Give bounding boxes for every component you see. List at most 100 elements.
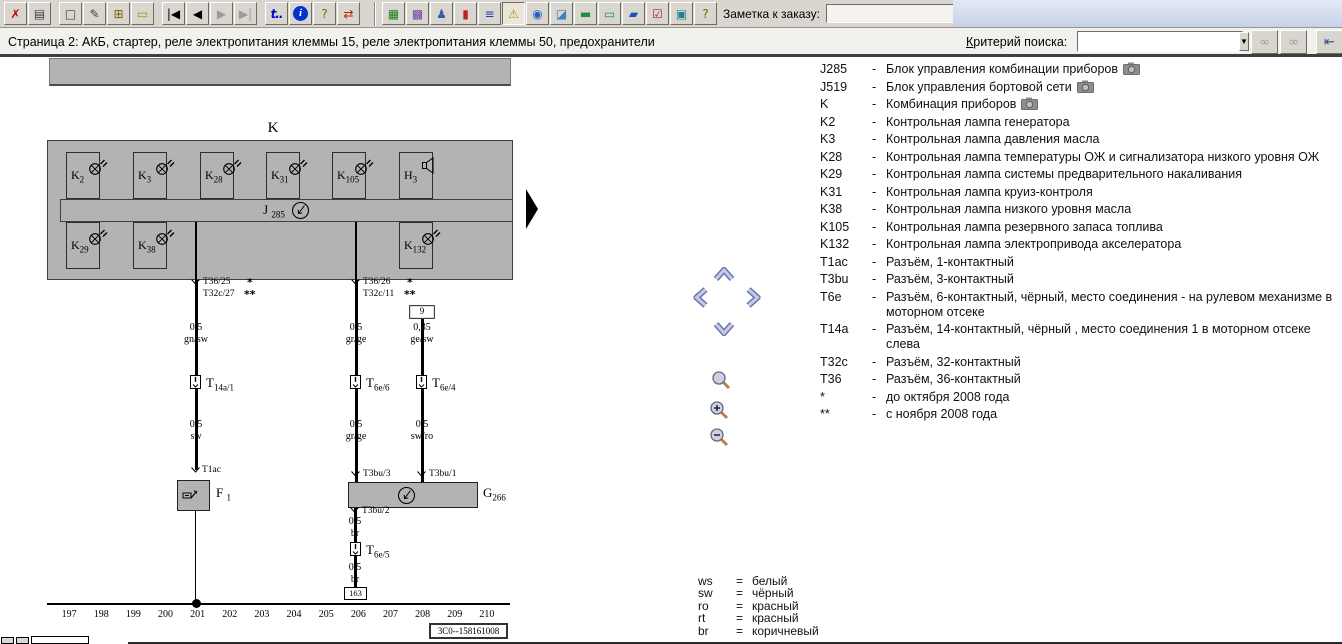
legend-term: K3 [820,132,872,147]
next-page-button[interactable]: ▶ [210,2,233,25]
wire-tag: T36/25 [203,277,230,287]
list-button[interactable]: ≡ [478,2,501,25]
doc-help-button[interactable]: ? [694,2,717,25]
camera-icon[interactable] [1077,80,1094,93]
measure-button[interactable]: ◪ [550,2,573,25]
pan-right-icon[interactable] [746,287,761,309]
legend-dash: - [872,62,886,77]
vehicle-data-button[interactable]: ▭ [131,2,154,25]
wire-gauge: 0,5 [326,322,386,333]
legend-text: Разъём, 14-контактный, чёрный , место со… [886,322,1311,351]
outline-left-button[interactable]: ⇤ [1316,30,1342,54]
last-page-button[interactable]: ▶| [234,2,257,25]
wire-tag: T1ac [202,465,221,475]
help-button[interactable]: ? [313,2,336,25]
connector-label: T6e/6 [366,375,389,393]
track-number: 206 [342,609,374,620]
next-diagram-arrow-icon[interactable] [526,189,538,229]
warning-button[interactable]: ⚠ [502,2,525,25]
clipped-tab [31,636,89,644]
main-toolbar: ✗ ▤ □ ✎ ⊞ ▭ |◀ [0,0,1342,28]
legend-text: Контрольная лампа генератора [886,115,1070,129]
wire-tag: T3bu/3 [363,469,390,479]
camera-icon[interactable] [1123,62,1140,75]
zoom-in-icon[interactable] [708,399,730,421]
search-criteria-combobox[interactable]: ▼ [1077,31,1243,52]
combobox-dropdown-icon[interactable]: ▼ [1239,32,1249,51]
search-backward-button[interactable]: ∞ [1280,30,1307,54]
track-number: 208 [407,609,439,620]
fuse-icon [182,488,199,503]
wire-color: br [325,574,385,585]
modules-button[interactable]: ▩ [406,2,429,25]
new-note-button[interactable]: ⊞ [107,2,130,25]
legend-row: T6e - Разъём, 6-контактный, чёрный, мест… [820,290,1334,320]
vehicle-green-button[interactable]: ▭ [598,2,621,25]
zoom-out-icon[interactable] [708,426,730,448]
legend-term: T3bu [820,272,872,287]
edit-order-button[interactable]: ✎ [83,2,106,25]
search-criteria-label: Критерий поиска: [966,35,1067,49]
legend-dash: - [872,255,886,270]
pan-down-icon[interactable] [713,321,735,336]
wire-color: gr/ge [326,334,386,345]
legend-row: K2 - Контрольная лампа генератора [820,115,1334,130]
legend-dash: - [872,202,886,217]
tools-button[interactable]: ▣ [670,2,693,25]
wire-gauge: 0,5 [325,516,385,527]
wire [355,222,357,280]
legend-text: Блок управления бортовой сети [886,80,1072,94]
legend-row: K - Комбинация приборов [820,97,1334,112]
legend-row: K3 - Контрольная лампа давления масла [820,132,1334,147]
wire-color-name: красный [752,612,819,624]
search-forward-button[interactable]: ∞ [1251,30,1278,54]
legend-text: до октября 2008 года [886,390,1009,404]
legend-row: K29 - Контрольная лампа системы предвари… [820,167,1334,182]
wire-tag: T32c/11 [363,289,394,299]
first-page-button[interactable]: |◀ [162,2,185,25]
search-criteria-input[interactable] [1078,32,1239,51]
legend-row: T3bu - Разъём, 3-контактный [820,272,1334,287]
toolbar-group-tools: t.. i ? ⇄ [265,2,360,25]
print-button[interactable]: ▤ [28,2,51,25]
buzzer-box-h3: H3 [399,152,433,199]
legend-dash: - [872,97,886,112]
binoculars-icon: ∞ [1259,35,1270,50]
indicator-lamp-icon [155,227,177,246]
new-order-button[interactable]: □ [59,2,82,25]
camera-icon[interactable] [1021,97,1038,110]
component-button[interactable]: ▬ [574,2,597,25]
legend-text: Контрольная лампа круиз-контроля [886,185,1093,199]
abort-button[interactable]: ✗ [4,2,27,25]
jump-button[interactable]: t.. [265,2,288,25]
wire-color-name: коричневый [752,625,819,637]
legend-dash: - [872,167,886,182]
junction-arrow-icon [191,279,200,285]
clipped-control [16,637,29,644]
manual-button[interactable]: ▮ [454,2,477,25]
wire-tag: T3bu/2 [362,506,389,516]
track-number: 200 [149,609,181,620]
order-note-input[interactable] [826,4,954,23]
prev-page-button[interactable]: ◀ [186,2,209,25]
clipped-diagram-element [49,58,511,86]
checklist-button[interactable]: ☑ [646,2,669,25]
pan-left-icon[interactable] [694,287,709,309]
vehicle-info-button[interactable]: ▰ [622,2,645,25]
pan-up-icon[interactable] [713,267,735,282]
media-button[interactable]: ▦ [382,2,405,25]
toolbar-empty-area [953,0,1342,27]
magnifier-icon[interactable] [710,369,732,391]
info-button[interactable]: i [289,2,312,25]
customer-button[interactable]: ♟ [430,2,453,25]
connector-icon [350,542,361,556]
legend-dash: - [872,290,886,320]
globe-button[interactable]: ◉ [526,2,549,25]
indicator-lamp-icon [155,157,177,176]
compare-button[interactable]: ⇄ [337,2,360,25]
wire-color: gr/ge [326,431,386,442]
wire-color-row: sw = чёрный [698,587,819,599]
binoculars-strike-icon: ∞ [1288,35,1299,50]
legend-dash: - [872,132,886,147]
wire-color-key: ws = белый sw = чёрный ro = красный rt =… [698,575,819,637]
